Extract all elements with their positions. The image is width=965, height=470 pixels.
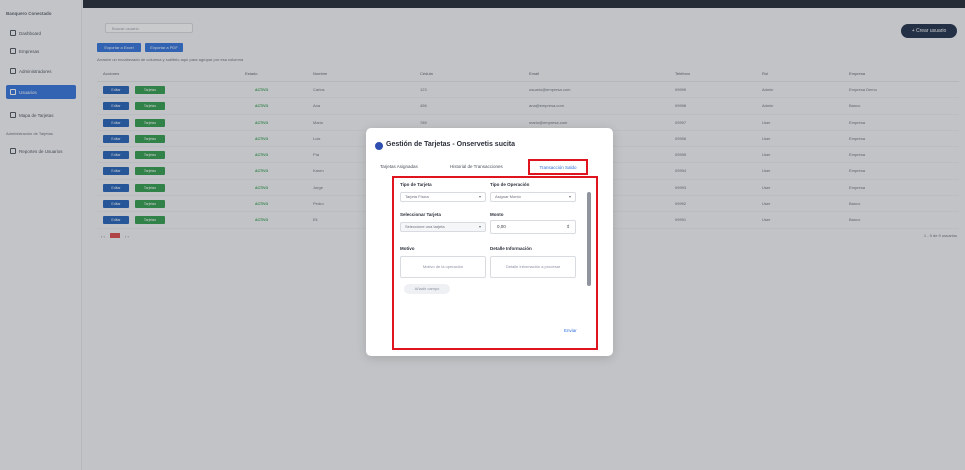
operation-type-label: Tipo de Operación — [490, 182, 530, 187]
scrollbar-thumb[interactable] — [587, 192, 591, 286]
scrollbar[interactable] — [587, 184, 591, 292]
amount-value: 0,00 — [497, 224, 506, 229]
card-icon — [375, 142, 383, 150]
chevron-down-icon: ▾ — [568, 194, 571, 199]
select-card-value: Seleccione una tarjeta — [405, 224, 445, 229]
send-button[interactable]: Enviar — [564, 328, 577, 333]
add-field-button[interactable]: Añadir campo — [404, 284, 450, 294]
info-input[interactable]: Detalle información a procesar — [490, 256, 576, 278]
card-type-value: Tarjeta Física — [405, 194, 429, 199]
amount-input[interactable]: 0,00 ⇕ — [490, 220, 576, 234]
transaction-form: Tipo de Tarjeta Tarjeta Física ▾ Tipo de … — [392, 176, 598, 350]
tab-label: Transacción Saldo — [539, 165, 577, 170]
tab-assigned-cards[interactable]: Tarjetas Asignadas — [380, 164, 418, 169]
select-card-select[interactable]: Seleccione una tarjeta ▾ — [400, 222, 486, 232]
select-card-label: Seleccionar Tarjeta — [400, 212, 441, 217]
card-management-modal: Gestión de Tarjetas - Onservetis sucita … — [366, 128, 613, 356]
stepper-icon[interactable]: ⇕ — [566, 221, 570, 233]
card-type-label: Tipo de Tarjeta — [400, 182, 432, 187]
operation-type-value: Asignar Monto — [495, 194, 521, 199]
card-type-select[interactable]: Tarjeta Física ▾ — [400, 192, 486, 202]
tab-transaction-history[interactable]: Historial de Transacciones — [450, 164, 503, 169]
reason-input[interactable]: Motivo de la operación — [400, 256, 486, 278]
modal-title: Gestión de Tarjetas - Onservetis sucita — [386, 141, 516, 148]
amount-label: Monto — [490, 212, 504, 217]
chevron-down-icon: ▾ — [478, 194, 481, 199]
chevron-down-icon: ▾ — [478, 224, 481, 229]
tab-balance-transaction[interactable]: Transacción Saldo — [528, 159, 588, 175]
reason-label: Motivo — [400, 246, 415, 251]
info-label: Detalle Información — [490, 246, 532, 251]
operation-type-select[interactable]: Asignar Monto ▾ — [490, 192, 576, 202]
